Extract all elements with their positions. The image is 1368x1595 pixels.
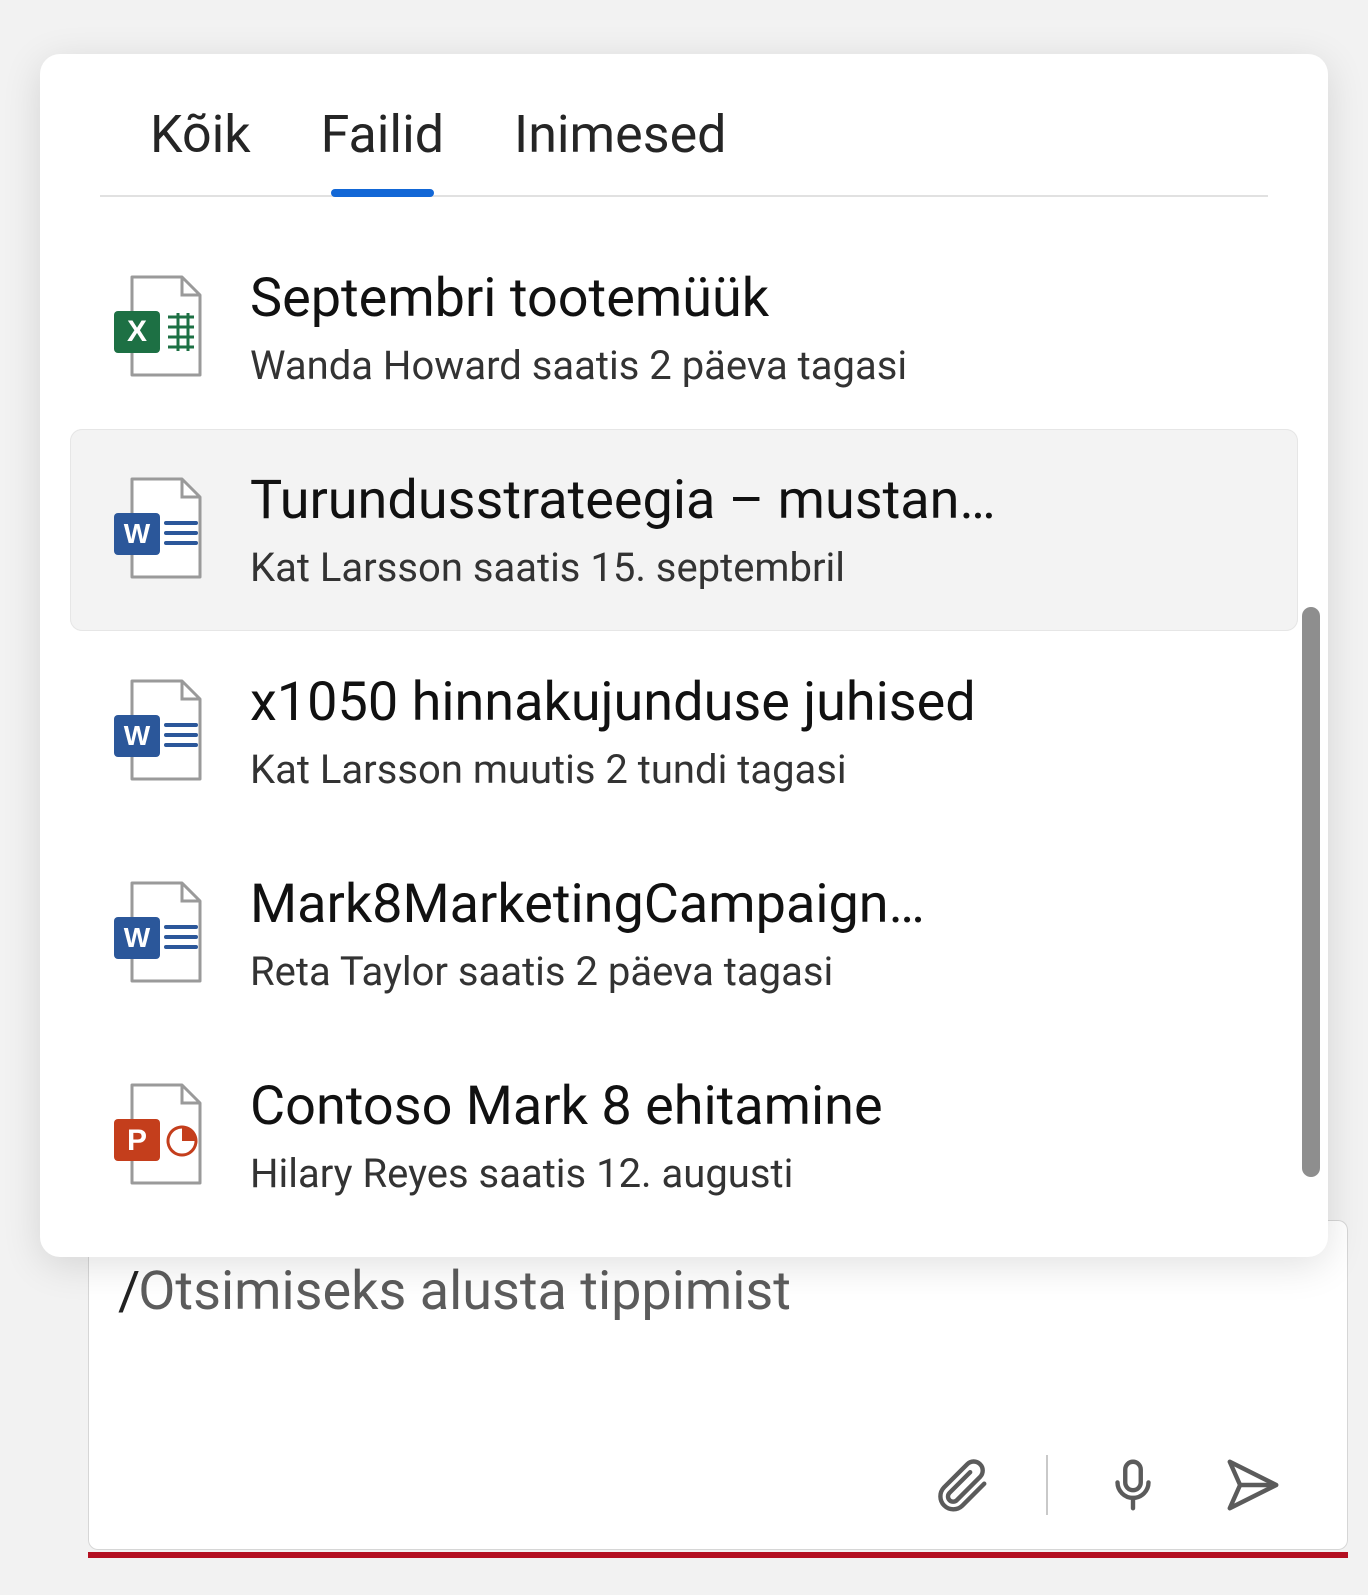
result-subtitle: Kat Larsson saatis 15. septembril bbox=[250, 544, 1258, 591]
result-subtitle: Reta Taylor saatis 2 päeva tagasi bbox=[250, 948, 1258, 995]
tabs: Kõik Failid Inimesed bbox=[100, 84, 1268, 197]
result-title: x1050 hinnakujunduse juhised bbox=[250, 671, 1258, 734]
excel-file-icon bbox=[110, 273, 210, 383]
result-title: Septembri tootemüük bbox=[250, 267, 1258, 330]
search-popup: Kõik Failid Inimesed Septembri tootemüük… bbox=[40, 54, 1328, 1257]
result-title: Contoso Mark 8 ehitamine bbox=[250, 1075, 1258, 1138]
compose-input[interactable]: / Otsimiseks alusta tippimist bbox=[118, 1260, 1298, 1323]
word-file-icon bbox=[110, 879, 210, 989]
action-divider bbox=[1046, 1455, 1048, 1515]
result-row[interactable]: x1050 hinnakujunduse juhised Kat Larsson… bbox=[70, 631, 1298, 833]
word-file-icon bbox=[110, 475, 210, 585]
powerpoint-file-icon bbox=[110, 1081, 210, 1191]
result-row[interactable]: Contoso Mark 8 ehitamine Hilary Reyes sa… bbox=[70, 1035, 1298, 1237]
result-title: Mark8MarketingCampaign… bbox=[250, 873, 1258, 936]
result-row[interactable]: Turundusstrateegia – mustan… Kat Larsson… bbox=[70, 429, 1298, 631]
compose-box[interactable]: / Otsimiseks alusta tippimist bbox=[88, 1220, 1348, 1550]
results-list: Septembri tootemüük Wanda Howard saatis … bbox=[40, 227, 1328, 1257]
result-subtitle: Kat Larsson muutis 2 tundi tagasi bbox=[250, 746, 1258, 793]
result-subtitle: Hilary Reyes saatis 12. augusti bbox=[250, 1150, 1258, 1197]
results-scrollbar[interactable] bbox=[1302, 607, 1320, 1177]
result-row[interactable]: Septembri tootemüük Wanda Howard saatis … bbox=[70, 227, 1298, 429]
compose-prefix: / bbox=[118, 1260, 134, 1323]
tab-all[interactable]: Kõik bbox=[150, 84, 251, 195]
tab-people[interactable]: Inimesed bbox=[514, 84, 726, 195]
result-title: Turundusstrateegia – mustan… bbox=[250, 469, 1258, 532]
result-row[interactable]: Mark8MarketingCampaign… Reta Taylor saat… bbox=[70, 833, 1298, 1035]
tab-files[interactable]: Failid bbox=[321, 84, 444, 195]
send-icon[interactable] bbox=[1218, 1450, 1288, 1520]
result-subtitle: Wanda Howard saatis 2 päeva tagasi bbox=[250, 342, 1258, 389]
word-file-icon bbox=[110, 677, 210, 787]
mic-icon[interactable] bbox=[1098, 1450, 1168, 1520]
compose-actions bbox=[118, 1450, 1298, 1530]
compose-placeholder: Otsimiseks alusta tippimist bbox=[138, 1260, 791, 1323]
compose-underline bbox=[88, 1552, 1348, 1558]
attach-icon[interactable] bbox=[926, 1450, 996, 1520]
